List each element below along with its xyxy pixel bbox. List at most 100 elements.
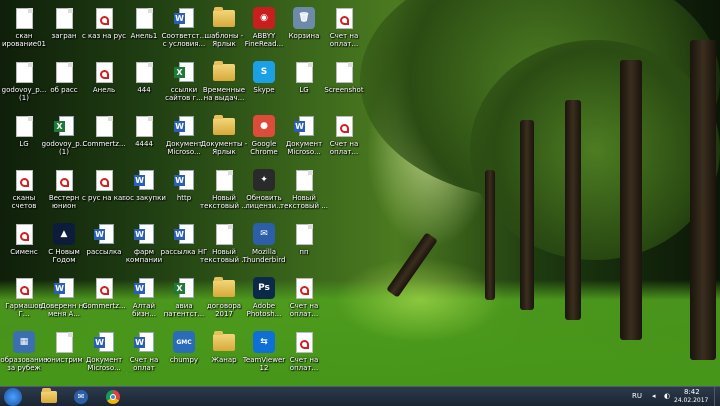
desktop-icon[interactable]: W Соответст... с условия... [162, 4, 206, 56]
clock-time[interactable]: 8:42 [684, 388, 700, 396]
desktop-icon[interactable]: юнистрим [44, 328, 84, 380]
chrome-icon[interactable] [100, 388, 126, 405]
desktop-icon[interactable]: Счет на оплат... [284, 274, 324, 326]
start-button[interactable] [4, 388, 22, 406]
desktop-icon[interactable]: Ps Adobe Photosh... [244, 274, 284, 326]
desktop-icon[interactable]: Гармашов Г... [4, 274, 44, 326]
desktop-icon[interactable]: W Документ Microso... [84, 328, 124, 380]
desktop-icon[interactable]: Xссылки сайтов г... [164, 58, 204, 110]
desktop-icon[interactable]: с рус на каз [82, 166, 126, 218]
tree-trunk [520, 120, 534, 310]
desktop-icon[interactable]: сканы счетов [4, 166, 44, 218]
document-icon [92, 114, 116, 138]
desktop-icon[interactable]: LG [4, 112, 44, 164]
desktop-icon[interactable]: W Документ Microso... [284, 112, 324, 164]
desktop-icon-label: Счет на оплат... [329, 32, 359, 48]
desktop-icon[interactable]: пп [284, 220, 324, 272]
desktop-icon[interactable]: Wфарм компании [124, 220, 164, 272]
desktop-icon[interactable]: Commertz... [82, 274, 126, 326]
desktop-icon[interactable]: ◉ ABBYY FineRead... [244, 4, 284, 56]
desktop-icon[interactable]: Whttp [164, 166, 204, 218]
word-icon: W [172, 168, 196, 192]
desktop-icon[interactable]: ⇆ TeamViewer 12 [243, 328, 285, 380]
desktop-icon[interactable]: Новый текстовый ... [200, 220, 248, 272]
document-icon [52, 60, 76, 84]
word-icon: W [292, 114, 316, 138]
desktop-icon[interactable]: Xgodovoy_p... (1) [42, 112, 86, 164]
desktop-icon[interactable]: W Документ Microso... [164, 112, 204, 164]
desktop-icon-label: Новый текстовый ... [280, 194, 328, 210]
show-desktop-button[interactable] [714, 387, 720, 406]
excel-icon: X [172, 276, 196, 300]
desktop-icon[interactable]: шаблоны - Ярлык [204, 4, 244, 56]
desktop-icon[interactable]: Wгос закупки [122, 166, 166, 218]
desktop-icon[interactable]: Временные на выдач... [203, 58, 245, 110]
desktop-icon[interactable]: 🗑 Корзина [284, 4, 324, 56]
pdf-icon [52, 168, 76, 192]
desktop-icon[interactable]: Жанар [204, 328, 244, 380]
desktop-icon[interactable]: ▦ образование за рубеж [0, 328, 48, 380]
desktop-icon[interactable]: Commertz... [82, 112, 126, 164]
tray-arrow-icon[interactable]: ◂ [652, 392, 656, 400]
desktop-icon[interactable]: 444 [124, 58, 164, 110]
document-icon [12, 114, 36, 138]
desktop-icon[interactable]: Счет на оплат... [324, 112, 364, 164]
abbyy-icon: ◉ [252, 6, 276, 30]
desktop-icon[interactable]: Screenshot [324, 58, 364, 110]
excel-icon: X [52, 114, 76, 138]
desktop-icon[interactable]: W Доверенн на меня А... [40, 274, 88, 326]
document-icon [132, 60, 156, 84]
word-icon: W [132, 276, 156, 300]
desktop-icon[interactable]: 4444 [124, 112, 164, 164]
gmc-icon: GMC [172, 330, 196, 354]
photoshop-icon: Ps [252, 276, 276, 300]
desktop-icon[interactable]: WСчет на оплат (прилож... [124, 328, 164, 380]
desktop-icon[interactable]: ● Google Chrome [244, 112, 284, 164]
desktop: скан ирование012 8_рус»загранс каз на ру… [0, 0, 720, 386]
desktop-icon[interactable]: S Skype [244, 58, 284, 110]
desktop-icon[interactable]: GMC chumpy [164, 328, 204, 380]
document-icon [52, 330, 76, 354]
desktop-icon[interactable]: ▲ С Новым Годом [44, 220, 84, 272]
desktop-icon[interactable]: Анель1 [124, 4, 164, 56]
desktop-icon[interactable]: Новый текстовый ... [280, 166, 328, 218]
desktop-icon-label: Счет на оплат... [329, 140, 359, 156]
desktop-icon[interactable]: ✉ Mozilla Thunderbird [243, 220, 285, 272]
taskbar: ✉ RU ◂ ◐ 8:42 24.02.2017 [0, 386, 720, 406]
desktop-icon[interactable]: загран [44, 4, 84, 56]
desktop-icon[interactable]: Счет на оплат... [324, 4, 364, 56]
word-icon: W [132, 222, 156, 246]
volume-icon[interactable]: ◐ [664, 392, 670, 400]
desktop-icon[interactable]: Wрассылка НГ [161, 220, 207, 272]
desktop-icon[interactable]: с каз на рус [82, 4, 126, 56]
desktop-icon[interactable]: ✦ Обновить лицензи... [244, 166, 284, 218]
desktop-icon[interactable]: Документы - Ярлык [201, 112, 247, 164]
explorer-icon[interactable] [36, 387, 62, 405]
language-indicator[interactable]: RU [632, 392, 642, 400]
clock-date[interactable]: 24.02.2017 [674, 397, 708, 404]
document-icon [12, 60, 36, 84]
thunderbird-icon[interactable]: ✉ [68, 388, 94, 405]
desktop-icon[interactable]: Вестерн юнион [44, 166, 84, 218]
pdf-icon [12, 168, 36, 192]
word-icon: W [52, 276, 76, 300]
desktop-icon[interactable]: Wрассылка [84, 220, 124, 272]
desktop-icon[interactable]: Новый текстовый ... [200, 166, 248, 218]
desktop-icon[interactable]: об расс [44, 58, 84, 110]
desktop-icon[interactable]: LG [284, 58, 324, 110]
pdf-icon [332, 6, 356, 30]
pdf-icon [92, 168, 116, 192]
desktop-icon-label: Счет на оплат... [289, 356, 319, 372]
desktop-icon[interactable]: godovoy_p... (1) [2, 58, 46, 110]
desktop-icon[interactable]: договора 2017 [204, 274, 244, 326]
desktop-icon-label: Screenshot [324, 86, 364, 94]
desktop-icon[interactable]: Сименс [4, 220, 44, 272]
desktop-icon[interactable]: Анель [84, 58, 124, 110]
document-icon [212, 222, 236, 246]
desktop-icon[interactable]: Xавиа патентст... [164, 274, 204, 326]
document-icon [292, 222, 316, 246]
desktop-icon[interactable]: W Алтай бизн... [124, 274, 164, 326]
desktop-icon[interactable]: скан ирование012 8_рус» [2, 4, 46, 56]
desktop-icon[interactable]: Счет на оплат... [284, 328, 324, 380]
thunderbird-icon: ✉ [252, 222, 276, 246]
